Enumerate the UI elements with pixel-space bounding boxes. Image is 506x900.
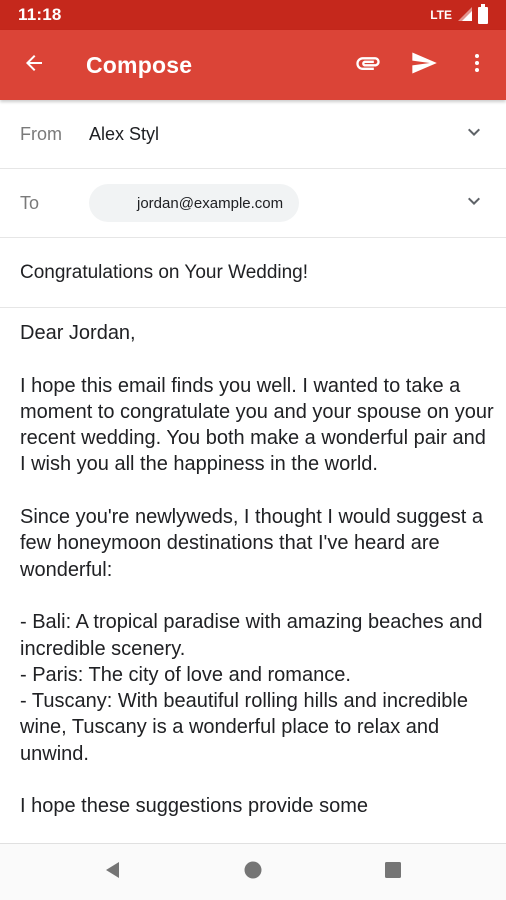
signal-icon: [458, 6, 472, 24]
chevron-down-icon: [462, 120, 486, 149]
network-type: LTE: [430, 8, 452, 22]
battery-icon: [478, 3, 488, 24]
from-expand-button[interactable]: [454, 114, 494, 154]
to-label: To: [20, 192, 40, 213]
nav-home-button[interactable]: [183, 844, 323, 900]
status-time: 11:18: [18, 5, 62, 24]
attach-button[interactable]: [340, 30, 396, 100]
arrow-back-icon: [22, 51, 46, 80]
from-row: From Alex Styl: [0, 100, 506, 169]
to-row: To jordan@example.com: [0, 169, 506, 238]
from-label: From: [20, 123, 62, 144]
more-options-button[interactable]: [452, 30, 502, 100]
subject-text: Congratulations on Your Wedding!: [20, 261, 309, 283]
more-vert-icon: [465, 51, 489, 80]
page-title: Compose: [86, 51, 193, 78]
to-expand-button[interactable]: [454, 183, 494, 223]
triangle-back-icon: [103, 860, 123, 885]
status-bar: 11:18 LTE: [0, 0, 506, 30]
chevron-down-icon: [462, 189, 486, 218]
compose-body[interactable]: Dear Jordan, I hope this email finds you…: [20, 320, 496, 844]
square-recents-icon: [383, 860, 403, 885]
back-button[interactable]: [0, 30, 70, 100]
send-icon: [410, 49, 438, 82]
subject-field[interactable]: Congratulations on Your Wedding!: [0, 238, 506, 308]
nav-back-button[interactable]: [43, 844, 183, 900]
send-button[interactable]: [396, 30, 452, 100]
paperclip-icon: [354, 49, 382, 82]
circle-home-icon: [243, 860, 263, 885]
from-account[interactable]: Alex Styl: [89, 124, 454, 145]
nav-recents-button[interactable]: [323, 844, 463, 900]
recipient-chip[interactable]: jordan@example.com: [89, 184, 300, 222]
status-indicators: LTE: [430, 3, 488, 24]
system-nav-bar: [0, 843, 506, 900]
recipient-email: jordan@example.com: [137, 194, 284, 212]
app-bar: Compose: [0, 30, 506, 100]
